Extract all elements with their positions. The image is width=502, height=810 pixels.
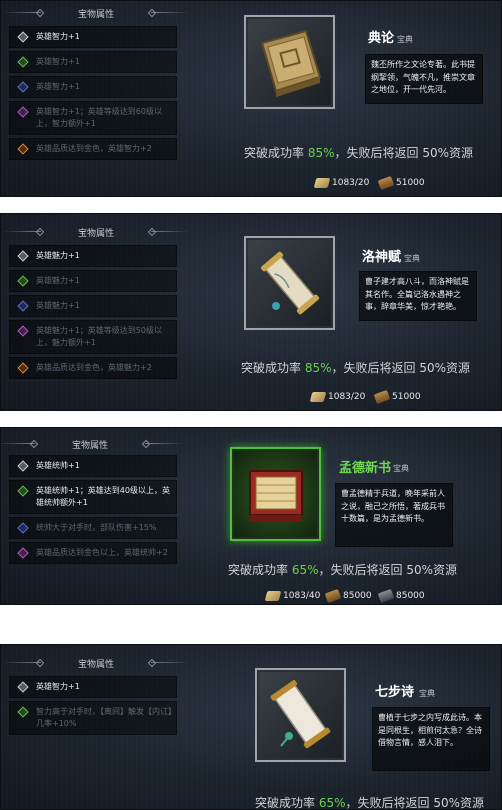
cost-wood: 85000 (324, 588, 372, 604)
attr-row: 英雄品质达到金色，英雄智力+2 (9, 138, 177, 160)
scroll-icon (309, 392, 327, 402)
item-name: 孟德新书 (339, 461, 392, 476)
attr-title: 宝物属性 (3, 657, 189, 670)
treasure-panel-mengdexinshu: 宝物属性 英雄统帅+1 英雄统帅+1；英雄达到40级以上，英雄统帅额外+1 统帅… (0, 427, 502, 605)
white-gem-icon (17, 250, 29, 262)
item-name: 典论 (368, 31, 395, 46)
attr-row: 英雄品质达到金色以上，英雄统帅+2 (9, 542, 177, 564)
success-rate: 65% (318, 796, 346, 810)
green-gem-icon (17, 275, 29, 287)
item-slot[interactable] (255, 668, 346, 762)
item-type: 宝典 (393, 464, 409, 473)
green-gem-icon (17, 485, 29, 497)
success-rate-line: 突破成功率 65%，失败后将返回 50%资源 (255, 796, 485, 810)
item-slot[interactable] (244, 236, 335, 330)
attr-row: 英雄智力+1 (9, 676, 177, 698)
attr-title: 宝物属性 (3, 226, 189, 239)
book-icon (260, 29, 322, 97)
attr-row: 英雄统帅+1 (9, 455, 177, 477)
attr-title: 宝物属性 (3, 7, 189, 20)
iron-icon (377, 588, 395, 604)
attr-row: 英雄智力+1；英雄等级达到60级以上，智力额外+1 (9, 101, 177, 135)
orange-gem-icon (17, 362, 29, 374)
attr-row: 英雄魅力+1 (9, 295, 177, 317)
poem-scroll-icon (270, 680, 331, 749)
item-description: 魏丕所作之文论专著。此书提纲挈领，气魄不凡，推崇文章之地位，开一代先河。 (365, 54, 483, 104)
item-type: 宝典 (419, 689, 435, 698)
treasure-panel-qibushi: 宝物属性 英雄智力+1 智力高于对手时，【离间】触发【内讧】几率+10% 七步诗… (0, 644, 502, 810)
cost-scroll: 1083/20 (313, 178, 369, 188)
item-description: 曹子建才高八斗，而洛神赋是其名作。全篇记洛水遇神之事，辞章华美，惊才艳艳。 (359, 271, 477, 321)
item-description: 曹孟德精于兵道，晚年采前人之说，融己之所悟，著成兵书十数篇，是为孟德新书。 (335, 483, 453, 547)
treasure-panel-luoshenfu: 宝物属性 英雄魅力+1 英雄魅力+1 英雄魅力+1 英雄魅力+1；英雄等级达到5… (0, 213, 502, 411)
orange-gem-icon (17, 143, 29, 155)
purple-gem-icon (17, 547, 29, 559)
attr-row: 英雄统帅+1；英雄达到40级以上，英雄统帅额外+1 (9, 480, 177, 514)
item-slot[interactable] (244, 15, 335, 109)
green-gem-icon (17, 56, 29, 68)
cost-scroll: 1083/20 (309, 392, 365, 402)
blue-gem-icon (17, 300, 29, 312)
item-type: 宝典 (404, 254, 420, 263)
cost-wood: 51000 (377, 175, 425, 191)
attr-row: 英雄智力+1 (9, 51, 177, 73)
success-rate-line: 突破成功率 85%，失败后将返回 50%资源 (244, 146, 474, 160)
wood-icon (373, 389, 391, 405)
cost-iron: 85000 (377, 588, 425, 604)
success-rate: 65% (291, 563, 319, 577)
success-rate: 85% (307, 146, 335, 160)
item-description: 曹植于七步之内写成此诗。本是同根生，相煎何太急？全诗借物言情，感人泪下。 (372, 707, 490, 771)
wood-icon (324, 588, 342, 604)
purple-gem-icon (17, 325, 29, 337)
scroll-icon (313, 178, 331, 188)
attr-row: 英雄智力+1 (9, 26, 177, 48)
attr-row: 英雄智力+1 (9, 76, 177, 98)
attr-list: 英雄魅力+1 英雄魅力+1 英雄魅力+1 英雄魅力+1；英雄等级达到50级以上，… (9, 245, 177, 382)
wood-icon (377, 175, 395, 191)
blue-gem-icon (17, 81, 29, 93)
attr-title: 宝物属性 (1, 438, 183, 451)
scroll-item-icon (260, 251, 320, 315)
attr-row: 智力高于对手时，【离间】触发【内讧】几率+10% (9, 701, 177, 735)
attr-list: 英雄智力+1 英雄智力+1 英雄智力+1 英雄智力+1；英雄等级达到60级以上，… (9, 26, 177, 163)
cost-wood: 51000 (373, 389, 421, 405)
scroll-icon (264, 591, 282, 601)
treasure-panel-dianlun: 宝物属性 英雄智力+1 英雄智力+1 英雄智力+1 英雄智力+1；英雄等级达到6… (0, 0, 502, 197)
purple-gem-icon (17, 106, 29, 118)
success-rate-line: 突破成功率 65%，失败后将返回 50%资源 (228, 563, 458, 577)
white-gem-icon (17, 460, 29, 472)
attr-row: 英雄魅力+1；英雄等级达到50级以上，魅力额外+1 (9, 320, 177, 354)
item-name: 洛神赋 (362, 250, 402, 265)
white-gem-icon (17, 31, 29, 43)
cost-scroll: 1083/40 (264, 591, 320, 601)
attr-row: 英雄魅力+1 (9, 245, 177, 267)
attr-row: 英雄品质达到金色，英雄魅力+2 (9, 357, 177, 379)
attr-row: 统帅大于对手时，部队伤害+15% (9, 517, 177, 539)
item-type: 宝典 (397, 35, 413, 44)
success-rate: 85% (304, 361, 332, 375)
blue-gem-icon (17, 522, 29, 534)
attr-list: 英雄智力+1 智力高于对手时，【离间】触发【内讧】几率+10% (9, 676, 177, 738)
attr-row: 英雄魅力+1 (9, 270, 177, 292)
green-gem-icon (17, 706, 29, 718)
item-name: 七步诗 (375, 685, 415, 700)
success-rate-line: 突破成功率 85%，失败后将返回 50%资源 (241, 361, 471, 375)
item-slot[interactable] (230, 447, 321, 541)
attr-list: 英雄统帅+1 英雄统帅+1；英雄达到40级以上，英雄统帅额外+1 统帅大于对手时… (9, 455, 177, 567)
white-gem-icon (17, 681, 29, 693)
red-book-icon (249, 470, 303, 521)
